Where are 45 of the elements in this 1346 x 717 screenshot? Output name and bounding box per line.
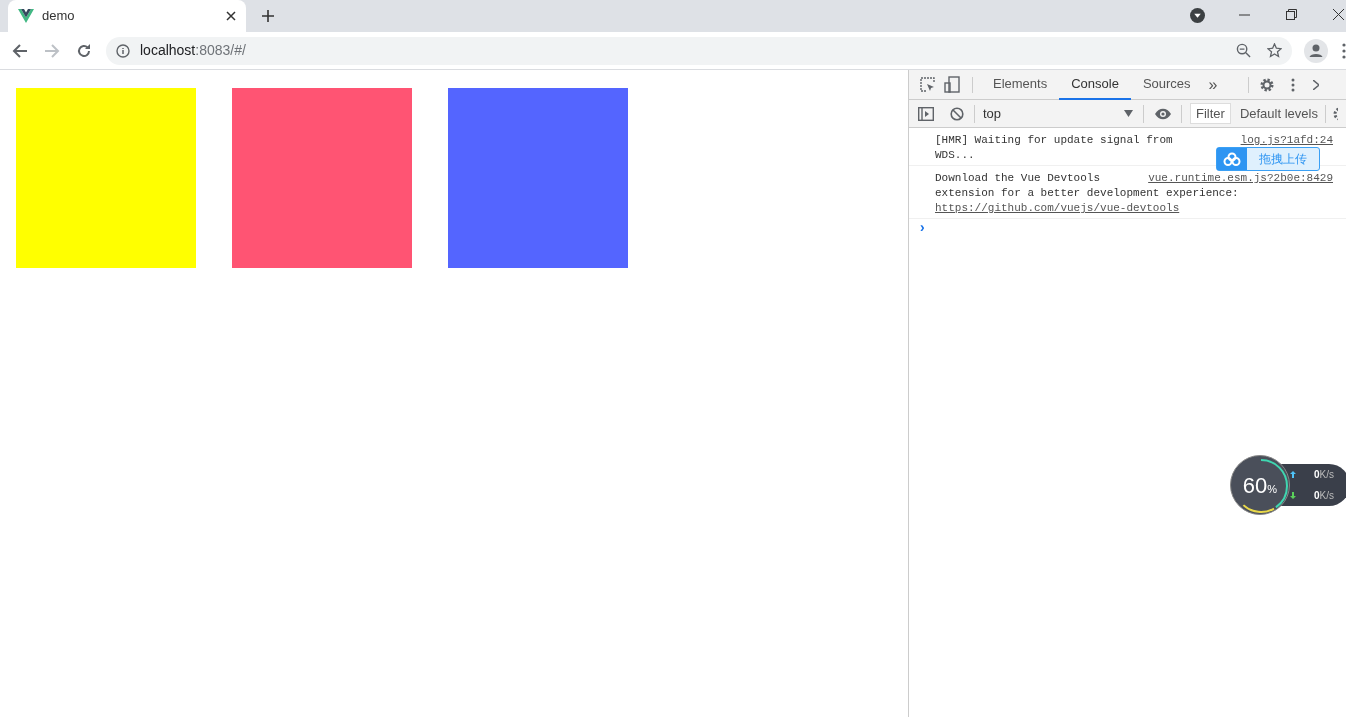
console-line: Download the Vue Devtools [935,172,1101,184]
devtools-tab[interactable]: Elements [981,69,1060,100]
url-text: localhost:8083/#/ [140,41,247,60]
filter-field[interactable]: Filter [1190,103,1231,124]
devtools-tab[interactable]: Sources [1130,69,1203,100]
browser-tab[interactable]: demo [8,0,246,32]
info-icon [116,43,130,58]
reload-icon[interactable] [76,42,92,59]
inspect-icon[interactable] [920,76,936,93]
tab-title: demo [42,7,76,26]
settings-icon[interactable] [1331,105,1338,122]
download-speed: 0K/s [1314,489,1334,503]
restore-icon[interactable] [1286,9,1297,20]
upload-speed: 0K/s [1314,468,1334,482]
address-field[interactable]: localhost:8083/#/ [106,36,1292,65]
upload-arrow-icon [1290,471,1296,478]
star-icon[interactable] [1267,43,1282,58]
source-link[interactable]: log.js?1afd:24 [1240,133,1333,148]
sidebar-icon[interactable] [918,106,934,121]
settings-icon[interactable] [1258,76,1275,93]
caret-icon [1124,110,1133,117]
cloud-icon [1223,152,1241,166]
download-arrow-icon [1290,492,1296,499]
clear-icon[interactable] [950,106,964,121]
logo-icon [18,9,34,23]
cpu-percent: 60% [1242,471,1278,500]
more-tabs-button[interactable]: » [1208,72,1218,97]
levels-dropdown[interactable]: Default levels [1239,103,1318,124]
more-icon[interactable] [1290,77,1295,92]
console-line: WDS... [935,149,975,161]
new-tab-icon[interactable] [262,10,274,22]
context-select[interactable]: top [983,103,1133,124]
console-prompt[interactable]: › [918,220,927,236]
source-link[interactable]: vue.runtime.esm.js?2b0e:8429 [1148,171,1333,186]
zoom-out-icon[interactable] [1236,43,1251,58]
dropdown-icon[interactable] [1190,8,1205,23]
devtools-link[interactable]: https://github.com/vuejs/vue-devtools [935,202,1180,214]
console-line: [HMR] Waiting for update signal from [935,134,1173,146]
back-icon[interactable] [12,42,28,59]
menu-icon[interactable] [1342,42,1346,59]
device-icon[interactable] [944,76,960,93]
console-line: extension for a better development experience: [935,187,1239,199]
upload-label: 拖拽上传 [1258,151,1308,168]
profile-icon[interactable] [1304,38,1328,63]
eye-icon[interactable] [1154,107,1172,120]
